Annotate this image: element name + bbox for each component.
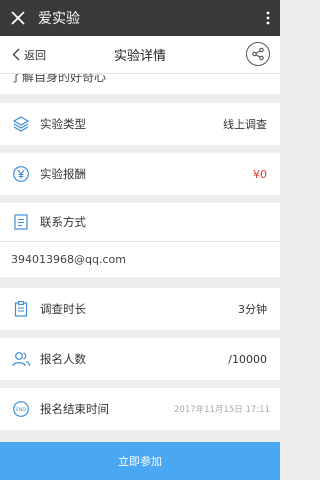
contact-email[interactable]: 394013968@qq.com (11, 253, 126, 266)
svg-text:END: END (16, 407, 26, 413)
share-icon[interactable] (246, 42, 270, 66)
signup-count-label: 报名人数 (40, 352, 86, 366)
duration-label: 调查时长 (40, 302, 86, 316)
description-text-clipped: 了解自身的好奇心 (0, 74, 280, 94)
more-options-icon[interactable] (256, 0, 280, 36)
reward-value: ¥0 (253, 167, 267, 181)
deadline-row: END 报名结束时间 2017年11月15日 17:11 (0, 388, 280, 430)
reward-label: 实验报酬 (40, 167, 86, 181)
app-titlebar: 爱实验 (0, 0, 280, 36)
duration-row: 调查时长 3分钟 (0, 288, 280, 330)
nav-bar: 返回 实验详情 (0, 36, 280, 74)
experiment-type-row: 实验类型 线上调查 (0, 103, 280, 145)
back-button[interactable]: 返回 (0, 36, 80, 74)
signup-count-row: 报名人数 /10000 (0, 338, 280, 380)
chevron-left-icon (12, 48, 20, 61)
signup-count-value: /10000 (228, 352, 267, 366)
experiment-type-value: 线上调查 (223, 118, 267, 131)
description-text: 了解自身的好奇心 (10, 74, 107, 84)
deadline-value: 2017年11月15日 17:11 (174, 405, 270, 415)
yen-coin-icon (9, 162, 33, 186)
close-icon[interactable] (0, 0, 36, 36)
back-label: 返回 (24, 48, 46, 62)
end-badge-icon: END (9, 397, 33, 421)
layers-icon (9, 112, 33, 136)
contact-label: 联系方式 (40, 215, 86, 229)
contact-value-row: 394013968@qq.com (0, 241, 280, 277)
duration-value: 3分钟 (238, 303, 267, 316)
app-title: 爱实验 (38, 11, 80, 27)
users-icon (9, 347, 33, 371)
clipboard-icon (9, 297, 33, 321)
deadline-label: 报名结束时间 (40, 402, 109, 416)
join-now-button[interactable]: 立即参加 (0, 442, 280, 480)
experiment-type-label: 实验类型 (40, 117, 86, 131)
reward-row: 实验报酬 ¥0 (0, 153, 280, 195)
document-icon (9, 210, 33, 234)
contact-row: 联系方式 (0, 203, 280, 241)
